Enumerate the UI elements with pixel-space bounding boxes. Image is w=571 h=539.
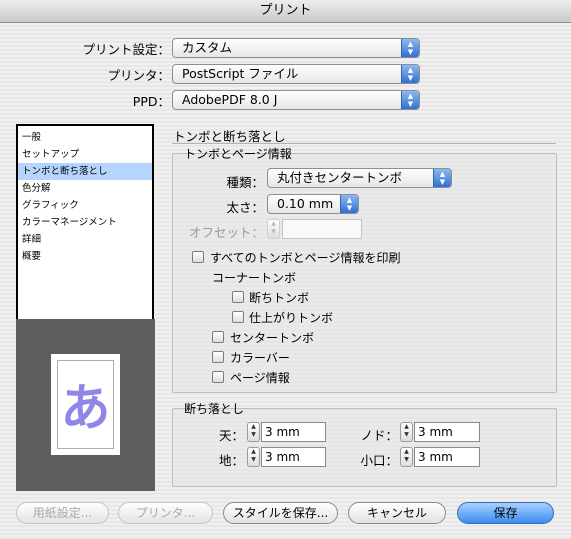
bleed-top-stepper[interactable]: ▲ ▼: [247, 422, 260, 442]
category-list[interactable]: 一般 セットアップ トンボと断ち落とし 色分解 グラフィック カラーマネージメン…: [16, 124, 154, 328]
print-all-marks-label: すべてのトンボとページ情報を印刷: [210, 251, 401, 265]
sidebar-item-color-management[interactable]: カラーマネージメント: [18, 214, 152, 231]
popup-arrows-icon: ▲ ▼: [433, 169, 451, 187]
trim-marks-label: 仕上がりトンボ: [249, 311, 334, 325]
bleed-marks-checkbox[interactable]: [232, 291, 244, 303]
window-title: プリント: [0, 0, 571, 23]
preset-label: プリント設定：: [82, 42, 170, 57]
bleed-outside-field[interactable]: 3 mm: [414, 447, 480, 467]
popup-arrows-icon: ▲ ▼: [401, 65, 419, 83]
mark-type-value: 丸付きセンタートンボ: [277, 170, 403, 185]
panel-divider: [172, 143, 556, 144]
save-button[interactable]: 保存: [457, 502, 554, 524]
color-bars-label: カラーバー: [230, 351, 290, 365]
offset-field: [282, 219, 362, 239]
popup-arrows-icon: ▲ ▼: [340, 195, 358, 213]
print-dialog: プリント設定： カスタム ▲ ▼ プリンタ： PostScript ファイル ▲ ▼…: [0, 23, 571, 539]
popup-arrows-icon: ▲ ▼: [401, 39, 419, 57]
popup-arrows-icon: ▲ ▼: [401, 91, 419, 109]
printer-label: プリンタ：: [107, 68, 170, 83]
mark-weight-popup[interactable]: 0.10 mm ▲ ▼: [267, 194, 359, 214]
bleed-bottom-stepper[interactable]: ▲ ▼: [247, 447, 260, 467]
bleed-inside-label: ノド：: [360, 428, 398, 443]
mark-weight-value: 0.10 mm: [277, 196, 334, 211]
sidebar-item-general[interactable]: 一般: [18, 129, 152, 146]
sidebar-item-marks-and-bleed[interactable]: トンボと断ち落とし: [18, 163, 152, 180]
page-info-label: ページ情報: [230, 371, 290, 385]
preview-glyph: あ: [60, 379, 111, 437]
offset-stepper: ▲ ▼: [267, 219, 280, 239]
bleed-marks-label: 断ちトンボ: [249, 291, 310, 305]
print-all-marks-checkbox[interactable]: [192, 251, 204, 263]
bleed-top-label: 天：: [218, 428, 244, 443]
page-setup-button[interactable]: 用紙設定...: [16, 502, 109, 524]
preset-popup[interactable]: カスタム ▲ ▼: [172, 38, 420, 58]
ppd-value: AdobePDF 8.0 J: [182, 92, 278, 107]
sidebar-item-advanced[interactable]: 詳細: [18, 231, 152, 248]
printer-button[interactable]: プリンタ...: [118, 502, 213, 524]
bleed-bottom-label: 地：: [218, 453, 244, 468]
bleed-outside-label: 小口：: [360, 453, 398, 468]
center-marks-checkbox[interactable]: [212, 331, 224, 343]
mark-weight-label: 太さ：: [226, 200, 264, 215]
cancel-button[interactable]: キャンセル: [348, 502, 446, 524]
printer-value: PostScript ファイル: [182, 66, 299, 81]
bleed-top-field[interactable]: 3 mm: [261, 422, 326, 442]
save-style-button[interactable]: スタイルを保存...: [223, 502, 338, 524]
mark-type-label: 種類：: [226, 175, 264, 190]
bleed-inside-stepper[interactable]: ▲ ▼: [400, 422, 413, 442]
sidebar-item-summary[interactable]: 概要: [18, 248, 152, 265]
printer-popup[interactable]: PostScript ファイル ▲ ▼: [172, 64, 420, 84]
sidebar-item-output[interactable]: 色分解: [18, 180, 152, 197]
corner-marks-heading: コーナートンボ: [212, 271, 297, 285]
sidebar-item-setup[interactable]: セットアップ: [18, 146, 152, 163]
center-marks-label: センタートンボ: [230, 331, 315, 345]
offset-label: オフセット：: [188, 225, 264, 240]
ppd-popup[interactable]: AdobePDF 8.0 J ▲ ▼: [172, 90, 420, 110]
trim-marks-checkbox[interactable]: [232, 311, 244, 323]
mark-type-popup[interactable]: 丸付きセンタートンボ ▲ ▼: [267, 168, 452, 188]
page-info-checkbox[interactable]: [212, 371, 224, 383]
bleed-outside-stepper[interactable]: ▲ ▼: [400, 447, 413, 467]
sidebar-item-graphics[interactable]: グラフィック: [18, 197, 152, 214]
marks-group-title: トンボとページ情報: [184, 147, 292, 161]
bleed-group: [172, 408, 557, 487]
bleed-inside-field[interactable]: 3 mm: [414, 422, 480, 442]
bleed-bottom-field[interactable]: 3 mm: [261, 447, 326, 467]
preview-page: あ: [51, 354, 120, 455]
print-preview: あ: [16, 319, 155, 491]
ppd-label: PPD：: [132, 94, 170, 109]
bleed-group-title: 断ち落とし: [184, 402, 245, 416]
preset-value: カスタム: [182, 40, 233, 55]
color-bars-checkbox[interactable]: [212, 351, 224, 363]
